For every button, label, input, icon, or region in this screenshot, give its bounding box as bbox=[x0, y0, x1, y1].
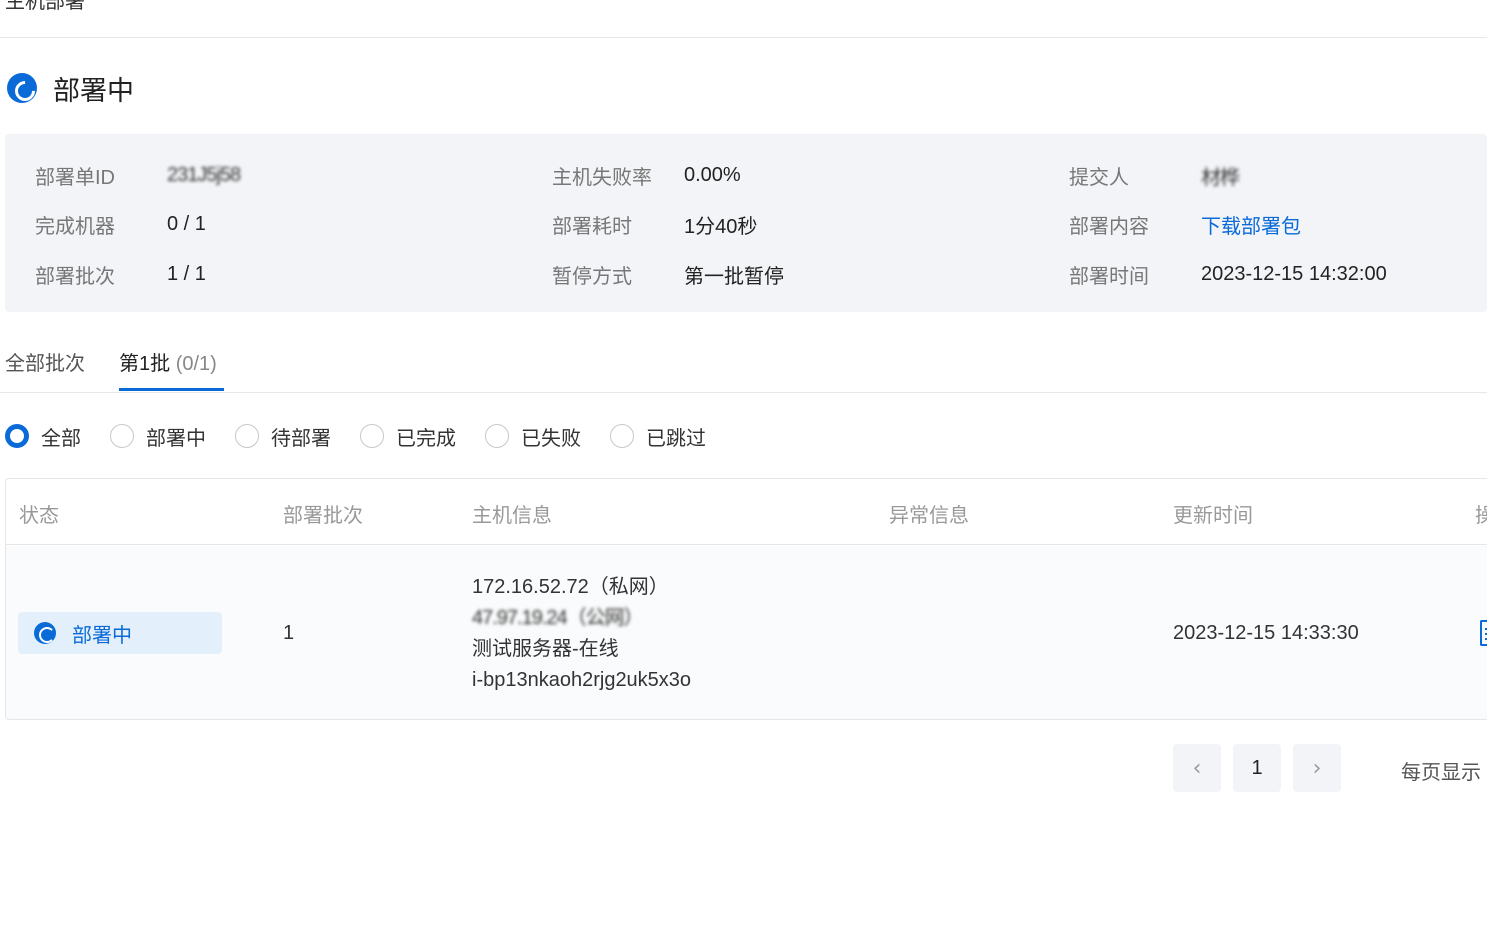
radio-label: 已完成 bbox=[396, 427, 456, 450]
info-label: 部署单ID bbox=[35, 166, 115, 189]
col-action: 操 bbox=[1475, 499, 1487, 528]
info-value: 2023-12-15 14:32:00 bbox=[1201, 262, 1387, 285]
info-label: 部署内容 bbox=[1069, 215, 1149, 238]
host-name: 测试服务器-在线 bbox=[472, 638, 619, 660]
deploy-info-panel: 部署单ID 231J5j58 完成机器 0 / 1 部署批次 1 / 1 主机失… bbox=[5, 134, 1487, 312]
next-page-button[interactable]: › bbox=[1293, 744, 1341, 792]
radio-icon[interactable] bbox=[485, 424, 509, 448]
prev-page-button[interactable]: ‹ bbox=[1173, 744, 1221, 792]
radio-label: 已跳过 bbox=[646, 427, 706, 450]
radio-icon[interactable] bbox=[360, 424, 384, 448]
info-value: 0.00% bbox=[684, 163, 741, 186]
row-updated: 2023-12-15 14:33:30 bbox=[1173, 622, 1359, 644]
radio-icon[interactable] bbox=[610, 424, 634, 448]
loading-ring-icon bbox=[7, 73, 37, 103]
info-done-machines: 完成机器 0 / 1 bbox=[35, 210, 206, 238]
table-row: 部署中 1 172.16.52.72（私网） 47.97.19.24（公网） 测… bbox=[6, 546, 1487, 719]
info-value: 1分40秒 bbox=[684, 215, 758, 238]
info-fail-rate: 主机失败率 0.00% bbox=[552, 161, 741, 189]
radio-checked-icon[interactable] bbox=[5, 424, 29, 448]
status-badge-text: 部署中 bbox=[72, 624, 132, 647]
info-deploy-id: 部署单ID 231J5j58 bbox=[35, 161, 241, 189]
host-private-ip: 172.16.52.72（私网） bbox=[472, 576, 669, 598]
deploy-status-text: 部署中 bbox=[53, 75, 134, 106]
info-label: 部署时间 bbox=[1069, 265, 1149, 288]
radio-label: 部署中 bbox=[146, 427, 206, 450]
info-value: 0 / 1 bbox=[167, 212, 206, 235]
info-pause-mode: 暂停方式 第一批暂停 bbox=[552, 260, 784, 288]
status-badge: 部署中 bbox=[18, 612, 222, 654]
filter-failed[interactable]: 已失败 bbox=[485, 422, 581, 451]
info-label: 部署耗时 bbox=[552, 215, 632, 238]
radio-label: 待部署 bbox=[271, 427, 331, 450]
radio-label: 全部 bbox=[41, 427, 81, 450]
page-number-button[interactable]: 1 bbox=[1233, 744, 1281, 792]
chevron-left-icon: ‹ bbox=[1192, 755, 1202, 781]
filter-deploying[interactable]: 部署中 bbox=[110, 422, 206, 451]
table-header: 状态 部署批次 主机信息 异常信息 更新时间 操 bbox=[6, 479, 1487, 545]
filter-completed[interactable]: 已完成 bbox=[360, 422, 456, 451]
info-value: 材桦 bbox=[1201, 166, 1240, 189]
row-host-info: 172.16.52.72（私网） 47.97.19.24（公网） 测试服务器-在… bbox=[472, 572, 691, 696]
col-batch: 部署批次 bbox=[283, 505, 363, 527]
info-label: 部署批次 bbox=[35, 265, 115, 288]
radio-icon[interactable] bbox=[235, 424, 259, 448]
filter-pending[interactable]: 待部署 bbox=[235, 422, 331, 451]
info-content: 部署内容 下载部署包 bbox=[1069, 210, 1301, 238]
col-host: 主机信息 bbox=[472, 505, 552, 527]
info-deploy-time: 部署时间 2023-12-15 14:32:00 bbox=[1069, 260, 1387, 288]
info-value: 231J5j58 bbox=[167, 163, 241, 186]
batch-tabs: 全部批次 第1批 (0/1) bbox=[0, 340, 1487, 393]
row-batch: 1 bbox=[283, 622, 295, 644]
active-tab-underline bbox=[119, 388, 224, 391]
filter-skipped[interactable]: 已跳过 bbox=[610, 422, 706, 451]
info-value: 第一批暂停 bbox=[684, 265, 784, 288]
tab-batch-1[interactable]: 第1批 (0/1) bbox=[119, 350, 217, 378]
deploy-status-header: 部署中 bbox=[7, 70, 134, 106]
download-package-link[interactable]: 下载部署包 bbox=[1201, 210, 1301, 239]
info-value: 1 / 1 bbox=[167, 262, 206, 285]
tab-count: (0/1) bbox=[175, 353, 217, 375]
info-batch: 部署批次 1 / 1 bbox=[35, 260, 206, 288]
info-label: 完成机器 bbox=[35, 215, 115, 238]
log-icon[interactable] bbox=[1480, 620, 1487, 646]
host-instance-id: i-bp13nkaoh2rjg2uk5x3o bbox=[472, 669, 692, 691]
tab-label: 第1批 bbox=[119, 353, 171, 375]
status-filter-group: 全部 部署中 待部署 已完成 已失败 已跳过 bbox=[5, 421, 735, 451]
col-updated: 更新时间 bbox=[1173, 505, 1253, 527]
tab-all-batches[interactable]: 全部批次 bbox=[5, 350, 85, 378]
per-page-label: 每页显示 bbox=[1401, 762, 1481, 784]
info-submitter: 提交人 材桦 bbox=[1069, 161, 1240, 189]
col-status: 状态 bbox=[19, 505, 59, 527]
host-table: 状态 部署批次 主机信息 异常信息 更新时间 操 部署中 1 172.16.52… bbox=[5, 478, 1487, 720]
col-error: 异常信息 bbox=[889, 505, 969, 527]
info-label: 主机失败率 bbox=[552, 166, 652, 189]
chevron-right-icon: › bbox=[1312, 755, 1322, 781]
page-title: 主机部署 bbox=[5, 0, 85, 13]
radio-icon[interactable] bbox=[110, 424, 134, 448]
header-divider bbox=[0, 37, 1487, 38]
info-label: 暂停方式 bbox=[552, 265, 632, 288]
info-duration: 部署耗时 1分40秒 bbox=[552, 210, 757, 238]
host-public-ip: 47.97.19.24（公网） bbox=[472, 607, 644, 629]
deploying-icon bbox=[34, 622, 56, 644]
radio-label: 已失败 bbox=[521, 427, 581, 450]
info-label: 提交人 bbox=[1069, 166, 1129, 189]
filter-all[interactable]: 全部 bbox=[5, 422, 81, 451]
